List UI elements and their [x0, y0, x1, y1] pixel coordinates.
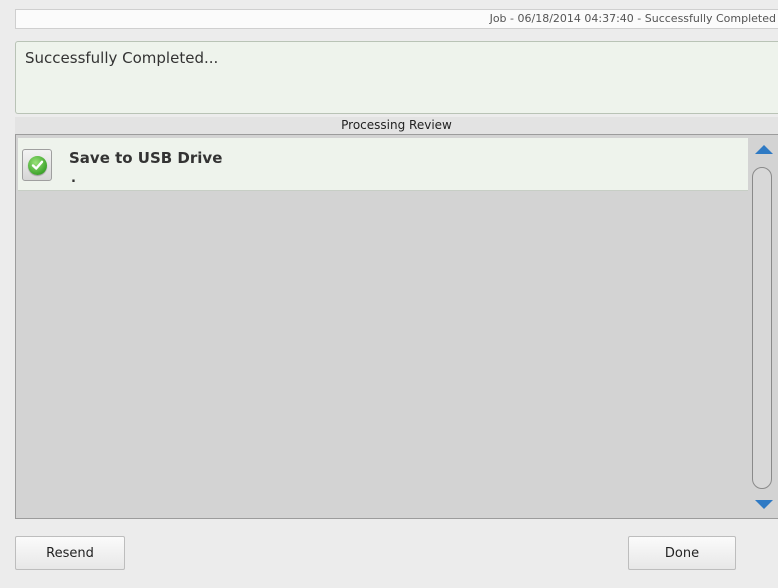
review-header-label: Processing Review — [341, 118, 452, 132]
processing-review-screen: Job - 06/18/2014 04:37:40 - Successfully… — [0, 0, 778, 588]
job-status-bar: Job - 06/18/2014 04:37:40 - Successfully… — [15, 9, 778, 29]
arrow-down-icon[interactable] — [749, 493, 778, 515]
scroll-track[interactable] — [752, 167, 772, 489]
done-button[interactable]: Done — [628, 536, 736, 570]
item-subtitle: . — [71, 171, 76, 186]
list-item-save-to-usb[interactable]: Save to USB Drive . — [18, 138, 748, 191]
review-list: Save to USB Drive . — [15, 134, 778, 519]
check-circle-icon — [28, 156, 47, 175]
job-status-text: Job - 06/18/2014 04:37:40 - Successfully… — [489, 12, 776, 25]
review-header: Processing Review — [15, 117, 778, 134]
item-status-button[interactable] — [22, 149, 52, 181]
status-message: Successfully Completed... — [25, 49, 219, 67]
item-title: Save to USB Drive — [69, 149, 223, 167]
vertical-scrollbar[interactable] — [749, 135, 778, 518]
resend-button[interactable]: Resend — [15, 536, 125, 570]
arrow-up-icon[interactable] — [749, 139, 778, 161]
status-message-box: Successfully Completed... — [15, 41, 778, 114]
